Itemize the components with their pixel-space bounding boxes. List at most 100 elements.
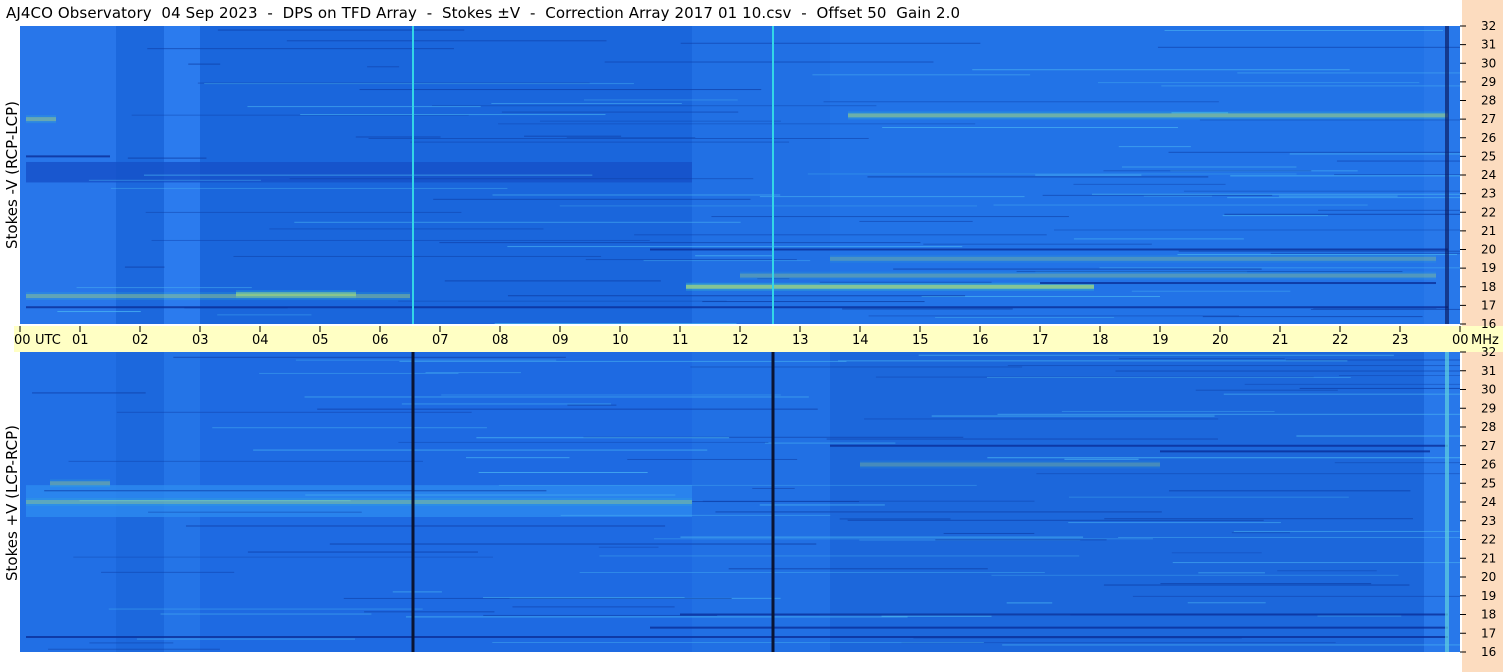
spectrogram-streak: [1310, 308, 1460, 310]
spectrogram-dim-region: [26, 161, 692, 183]
spectrogram-streak: [1042, 194, 1273, 196]
spectrogram-streak: [1103, 584, 1410, 586]
spectrogram-streak: [1118, 146, 1191, 148]
spectrogram-bright-halo: [830, 254, 1436, 263]
spectrogram-streak: [233, 255, 602, 257]
mhz-tick-label: 22: [1481, 205, 1496, 219]
spectrogram-streak: [1068, 496, 1349, 498]
spectrogram-bright-halo: [848, 111, 1448, 120]
spectrogram-dark-band: [650, 626, 1448, 629]
spectrogram-streak: [1160, 583, 1372, 585]
spectrogram-streak: [1073, 238, 1244, 240]
spectrogram-streak: [317, 408, 818, 410]
spectrogram-streak: [185, 525, 666, 527]
spectrogram-streak: [847, 519, 1264, 521]
spectrogram-streak: [88, 179, 261, 181]
spectrogram-streak: [212, 427, 487, 429]
spectrogram-streak: [160, 613, 372, 615]
spectrogram-streak: [305, 494, 676, 496]
spectrogram-streak: [842, 308, 1013, 310]
spectrogram-streak: [433, 198, 751, 200]
spectrogram-streak: [367, 66, 400, 68]
spectrogram-streak: [89, 642, 174, 644]
spectrogram-dark-band: [26, 636, 1448, 638]
spectrogram-streak: [217, 314, 312, 316]
mhz-tick-label: 30: [1481, 56, 1496, 70]
mhz-tick-label: 29: [1481, 75, 1496, 89]
utc-tick-label: 12: [732, 333, 749, 348]
spectrogram-streak: [931, 415, 1215, 417]
spectrogram-streak: [151, 239, 650, 241]
mhz-tick-label: 24: [1481, 495, 1496, 509]
spectrogram-streak: [1244, 383, 1460, 385]
spectrogram-bright-halo: [686, 282, 1094, 291]
spectrogram-streak: [1334, 462, 1460, 464]
spectrogram-streak: [253, 449, 708, 451]
spectrogram-dark-band: [26, 306, 1448, 309]
spectrogram-streak: [764, 442, 896, 444]
spectrogram-streak: [1007, 365, 1460, 367]
time-marker-line: [772, 26, 774, 324]
utc-tick-label: 09: [552, 333, 569, 348]
mhz-tick-label: 26: [1481, 131, 1496, 145]
mhz-tick-label: 28: [1481, 94, 1496, 108]
spectrogram-streak: [329, 543, 817, 545]
utc-tick-label: 06: [372, 333, 389, 348]
spectrogram-streak: [1278, 195, 1398, 197]
spectrogram-streak: [76, 287, 252, 289]
utc-tick-label: 01: [72, 333, 89, 348]
spectrogram-streak: [247, 106, 481, 108]
spectrogram-streak: [289, 178, 754, 180]
spectrogram-streak: [432, 105, 877, 107]
mhz-tick-label: 24: [1481, 168, 1496, 182]
spectrogram-streak: [559, 205, 978, 207]
mhz-tick-label: 18: [1481, 280, 1496, 294]
spectrogram-streak: [566, 137, 696, 139]
spectrogram-streak: [993, 204, 1368, 206]
spectrogram-streak: [585, 259, 797, 261]
spectrogram-streak: [1233, 530, 1460, 532]
spectrogram-streak: [188, 63, 221, 65]
utc-tick-label: 05: [312, 333, 329, 348]
mhz-tick-label: 32: [1481, 19, 1496, 33]
spectrogram-streak: [304, 396, 809, 398]
spectrogram-streak: [405, 616, 908, 618]
spectrogram-streak: [1202, 316, 1423, 318]
mhz-tick-label: 32: [1481, 345, 1496, 359]
spectrogram-streak: [997, 413, 1460, 415]
spectrogram-streak: [579, 572, 1045, 574]
mhz-axis-bottom: 32 31 30 29 28 27 26 25 24 23 22 21 20 19 18 17 16: [1460, 345, 1496, 659]
spectrogram-streak: [1168, 151, 1460, 153]
spectrogram-streak: [567, 404, 617, 406]
spectrogram-column: [1424, 352, 1460, 652]
mhz-tick-label: 26: [1481, 458, 1496, 472]
utc-tick-label: 18: [1092, 333, 1109, 348]
top-spectrogram: [20, 26, 1460, 325]
spectrogram-streak: [711, 216, 1069, 218]
mhz-tick-label: 19: [1481, 261, 1496, 275]
spectrogram-dark-band: [830, 444, 1448, 447]
utc-tick-label: 04: [252, 333, 269, 348]
spectrogram-streak: [148, 511, 362, 513]
spectrogram-streak: [247, 551, 478, 553]
spectrogram-streak: [127, 157, 207, 159]
spectrogram-streak: [598, 546, 659, 548]
spectrogram-streak: [882, 127, 1178, 129]
spectrogram-streak: [868, 315, 1240, 317]
utc-tick-label: 02: [132, 333, 149, 348]
spectrogram-streak: [110, 187, 508, 189]
spectrogram-streak: [1336, 160, 1460, 162]
mhz-tick-label: 21: [1481, 551, 1496, 565]
spectrogram-streak: [1092, 193, 1460, 195]
utc-tick-label: 19: [1152, 333, 1169, 348]
spectrogram-dark-band: [1160, 450, 1430, 453]
spectrogram-streak: [918, 354, 1394, 356]
spectrogram-streak: [1334, 174, 1460, 176]
spectrogram-streak: [1036, 473, 1460, 475]
spectrogram-edge-column: [1445, 352, 1449, 652]
spectrogram-streak: [1132, 595, 1460, 597]
spectrogram-streak: [425, 372, 521, 374]
mhz-tick-label: 25: [1481, 149, 1496, 163]
spectrogram-streak: [1002, 644, 1460, 646]
spectrogram-streak: [634, 234, 1047, 236]
